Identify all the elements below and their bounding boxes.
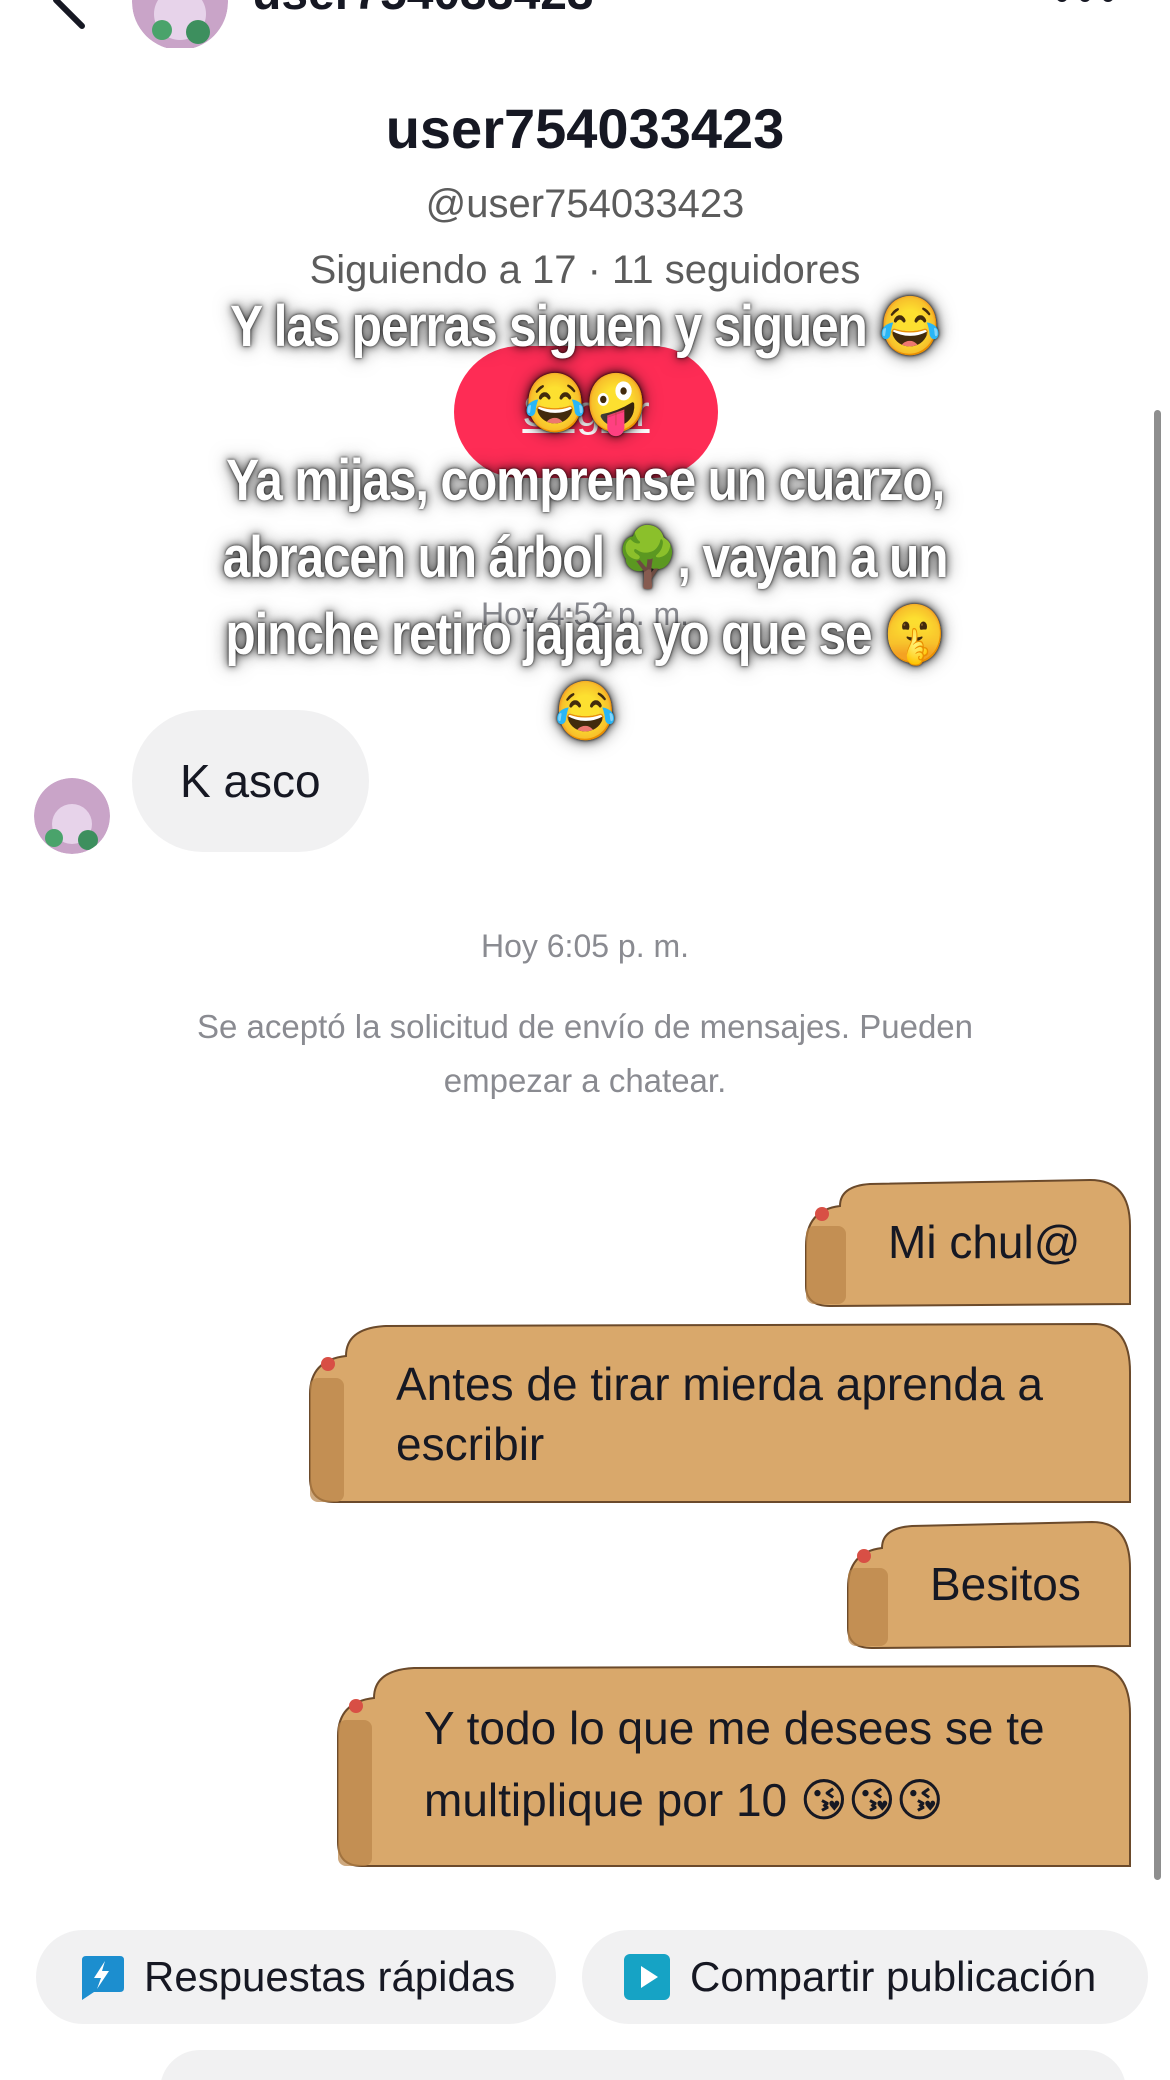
message-text: K asco bbox=[180, 755, 321, 807]
header-username[interactable]: user754033423 bbox=[252, 0, 594, 21]
overlay-caption: Y las perras siguen y siguen 😂 😂🤪 Ya mij… bbox=[202, 288, 967, 750]
message-input[interactable] bbox=[160, 2050, 1126, 2080]
profile-stats: Siguiendo a 17 · 11 seguidores bbox=[309, 248, 861, 292]
overlay-caption-line: Ya mijas, comprense un cuarzo, abracen u… bbox=[222, 448, 949, 744]
outgoing-message-bubble[interactable]: Besitos bbox=[842, 1518, 1132, 1652]
play-square-icon bbox=[624, 1954, 670, 2000]
message-text: Mi chul@ bbox=[888, 1216, 1081, 1268]
profile-name: user754033423 bbox=[385, 97, 785, 160]
system-notice: Se aceptó la solicitud de envío de mensa… bbox=[196, 1008, 973, 1099]
lightning-bubble-icon bbox=[82, 1956, 124, 2000]
message-text: Besitos bbox=[930, 1558, 1081, 1610]
message-timestamp: Hoy 6:05 p. m. bbox=[480, 928, 690, 964]
message-text: Y todo lo que me desees se te multipliqu… bbox=[424, 1702, 1045, 1826]
back-arrow-icon[interactable] bbox=[38, 0, 98, 30]
outgoing-message-bubble[interactable]: Y todo lo que me desees se te multipliqu… bbox=[334, 1664, 1132, 1870]
sender-avatar[interactable] bbox=[34, 778, 110, 854]
overlay-caption-line: Y las perras siguen y siguen 😂 😂🤪 bbox=[229, 294, 941, 436]
share-post-label: Compartir publicación bbox=[690, 1953, 1097, 2000]
header-avatar[interactable] bbox=[132, 0, 228, 48]
incoming-message-bubble[interactable]: K asco bbox=[132, 710, 369, 852]
outgoing-message-bubble[interactable]: Antes de tirar mierda aprenda a escribir bbox=[306, 1322, 1132, 1506]
more-dots-icon[interactable] bbox=[1050, 0, 1120, 12]
quick-replies-label: Respuestas rápidas bbox=[144, 1953, 516, 2000]
quick-replies-button[interactable]: Respuestas rápidas bbox=[36, 1930, 556, 2024]
outgoing-message-bubble[interactable]: Mi chul@ bbox=[800, 1176, 1132, 1310]
share-post-button[interactable]: Compartir publicación bbox=[582, 1930, 1148, 2024]
profile-handle: @user754033423 bbox=[425, 182, 745, 226]
message-text: Antes de tirar mierda aprenda a escribir bbox=[396, 1358, 1043, 1470]
top-bar: user754033423 bbox=[0, 0, 1170, 48]
scrollbar[interactable] bbox=[1154, 410, 1161, 1880]
